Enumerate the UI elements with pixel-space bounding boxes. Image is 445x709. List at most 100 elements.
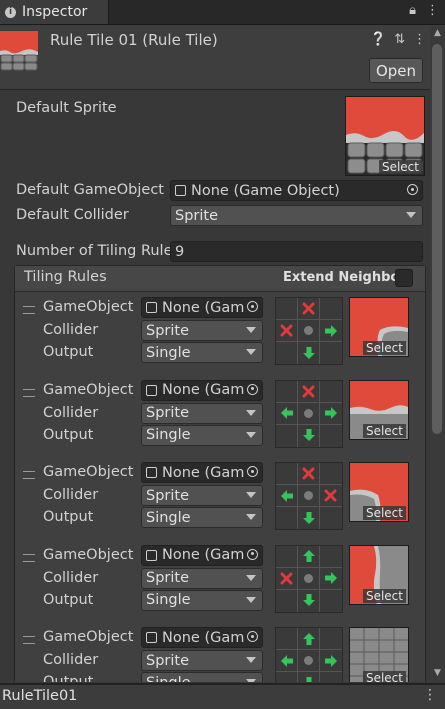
more-icon[interactable]: ⋮ — [413, 32, 426, 47]
rule-collider-dropdown[interactable]: Sprite — [141, 402, 263, 424]
empty-cell[interactable] — [276, 590, 297, 611]
arrow-up-icon[interactable] — [298, 546, 319, 567]
neighbor-not-icon[interactable] — [276, 320, 297, 341]
arrow-down-icon[interactable] — [298, 425, 319, 446]
extend-neighbor-checkbox[interactable] — [395, 269, 413, 287]
rule-sprite-field[interactable]: Select — [349, 379, 409, 440]
empty-cell[interactable] — [320, 298, 341, 319]
empty-cell[interactable] — [276, 381, 297, 402]
empty-cell[interactable] — [320, 507, 341, 528]
rule-output-dropdown[interactable]: Single — [141, 672, 263, 682]
default-gameobject-field[interactable]: None (Game Object) — [170, 180, 423, 201]
rule-collider-dropdown[interactable]: Sprite — [141, 567, 263, 589]
object-picker-icon[interactable] — [247, 548, 258, 560]
drag-handle-icon[interactable] — [23, 471, 35, 479]
arrow-right-icon[interactable] — [320, 650, 341, 671]
empty-cell[interactable] — [320, 590, 341, 611]
rule-sprite-select[interactable]: Select — [362, 341, 406, 355]
object-picker-icon[interactable] — [247, 383, 258, 395]
num-rules-input[interactable]: 9 — [170, 241, 423, 262]
empty-cell[interactable] — [320, 342, 341, 363]
footer-menu-icon[interactable]: ⋮ — [423, 687, 437, 703]
empty-cell[interactable] — [320, 463, 341, 484]
drag-handle-icon[interactable] — [23, 636, 35, 644]
rule-gameobject-field[interactable]: None (Gam — [141, 462, 263, 483]
neighbor-not-icon[interactable] — [276, 568, 297, 589]
arrow-right-icon[interactable] — [320, 568, 341, 589]
object-picker-icon[interactable] — [407, 184, 418, 195]
empty-cell[interactable] — [276, 507, 297, 528]
center-dot-icon[interactable] — [298, 403, 319, 424]
empty-cell[interactable] — [320, 672, 341, 682]
scroll-thumb[interactable] — [432, 44, 442, 434]
empty-cell[interactable] — [276, 463, 297, 484]
arrow-down-icon[interactable] — [298, 342, 319, 363]
rule-gameobject-field[interactable]: None (Gam — [141, 379, 263, 401]
scroll-up-icon[interactable]: ▲ — [432, 29, 443, 38]
rule-collider-dropdown[interactable]: Sprite — [141, 650, 263, 671]
arrow-up-icon[interactable] — [298, 628, 319, 649]
sprite-select-label[interactable]: Select — [378, 160, 422, 174]
rule-sprite-field[interactable]: Select — [349, 627, 409, 682]
rule-output-dropdown[interactable]: Single — [141, 507, 263, 528]
rule-gameobject-field[interactable]: None (Gam — [141, 544, 263, 566]
empty-cell[interactable] — [320, 381, 341, 402]
center-dot-icon[interactable] — [298, 320, 319, 341]
empty-cell[interactable] — [276, 672, 297, 682]
center-dot-icon[interactable] — [298, 485, 319, 506]
neighbor-not-icon[interactable] — [320, 485, 341, 506]
empty-cell[interactable] — [320, 425, 341, 446]
center-dot-icon[interactable] — [298, 650, 319, 671]
arrow-right-icon[interactable] — [320, 320, 341, 341]
object-picker-icon[interactable] — [247, 466, 258, 477]
arrow-down-icon[interactable] — [298, 672, 319, 682]
drag-handle-icon[interactable] — [23, 306, 35, 314]
drag-handle-icon[interactable] — [23, 388, 35, 397]
empty-cell[interactable] — [320, 628, 341, 649]
tab-inspector[interactable]: i Inspector — [0, 0, 109, 24]
rule-sprite-select[interactable]: Select — [362, 588, 406, 603]
help-icon[interactable]: ❔ — [370, 32, 386, 47]
arrow-left-icon[interactable] — [276, 403, 297, 424]
default-collider-dropdown[interactable]: Sprite — [170, 205, 423, 226]
arrow-right-icon[interactable] — [320, 403, 341, 424]
rule-output-dropdown[interactable]: Single — [141, 424, 263, 446]
num-rules-label: Number of Tiling Rule — [16, 243, 173, 259]
object-picker-icon[interactable] — [247, 631, 258, 642]
preset-icon[interactable]: ⇅ — [394, 32, 405, 47]
arrow-left-icon[interactable] — [276, 485, 297, 506]
neighbor-not-icon[interactable] — [298, 463, 319, 484]
rule-sprite-select[interactable]: Select — [362, 506, 406, 520]
rule-sprite-field[interactable]: Select — [349, 544, 409, 605]
drag-handle-icon[interactable] — [23, 553, 35, 562]
rule-gameobject-field[interactable]: None (Gam — [141, 627, 263, 648]
arrow-left-icon[interactable] — [276, 650, 297, 671]
center-dot-icon[interactable] — [298, 568, 319, 589]
arrow-down-icon[interactable] — [298, 590, 319, 611]
rule-sprite-select[interactable]: Select — [362, 671, 406, 682]
rule-sprite-field[interactable]: Select — [349, 462, 409, 522]
arrow-down-icon[interactable] — [298, 507, 319, 528]
open-button[interactable]: Open — [369, 58, 423, 83]
rule-sprite-select[interactable]: Select — [362, 423, 406, 438]
empty-cell[interactable] — [276, 546, 297, 567]
rule-collider-dropdown[interactable]: Sprite — [141, 485, 263, 506]
object-picker-icon[interactable] — [247, 301, 258, 312]
lock-icon[interactable]: 🔒︎ — [409, 3, 416, 18]
vertical-scrollbar[interactable]: ▲ ▼ — [430, 26, 445, 682]
rule-collider-dropdown[interactable]: Sprite — [141, 320, 263, 341]
neighbor-not-icon[interactable] — [298, 298, 319, 319]
default-sprite-field[interactable]: Select — [345, 96, 425, 176]
rule-output-dropdown[interactable]: Single — [141, 342, 263, 363]
empty-cell[interactable] — [276, 425, 297, 446]
more-menu-icon[interactable]: ⋮ — [426, 3, 439, 18]
empty-cell[interactable] — [276, 342, 297, 363]
empty-cell[interactable] — [276, 298, 297, 319]
empty-cell[interactable] — [276, 628, 297, 649]
rule-output-dropdown[interactable]: Single — [141, 589, 263, 611]
empty-cell[interactable] — [320, 546, 341, 567]
neighbor-not-icon[interactable] — [298, 381, 319, 402]
rule-gameobject-field[interactable]: None (Gam — [141, 297, 263, 318]
scroll-down-icon[interactable]: ▼ — [432, 669, 443, 678]
rule-sprite-field[interactable]: Select — [349, 297, 409, 357]
